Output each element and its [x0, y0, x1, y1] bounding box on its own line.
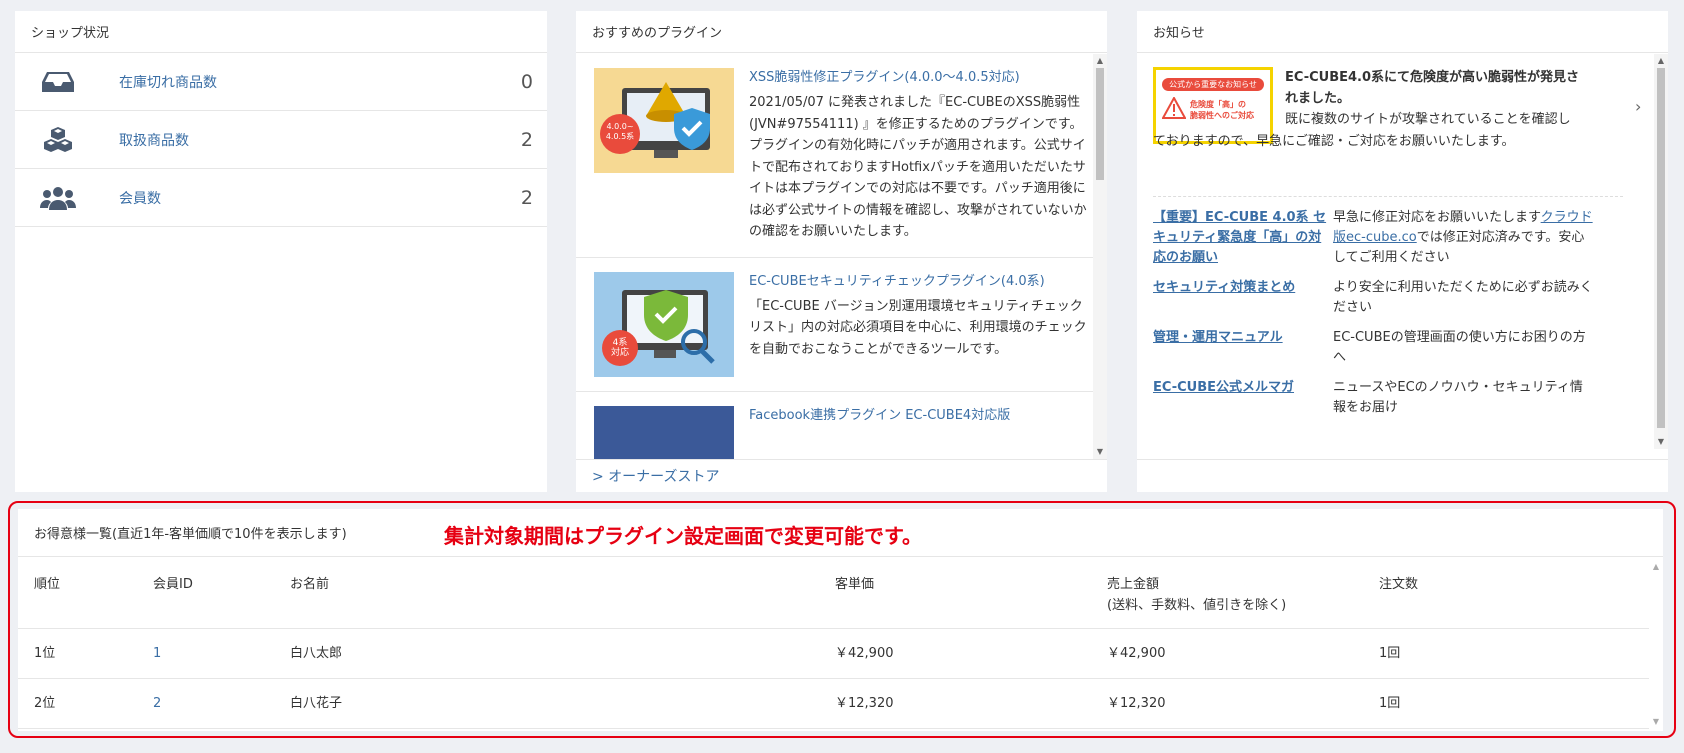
customer-scrollbar[interactable]: ▲ ▼ [1649, 558, 1663, 731]
period-note: 集計対象期間はプラグイン設定画面で変更可能です。 [444, 524, 922, 548]
cell-member-id-link[interactable]: 1 [153, 643, 290, 664]
header-sales-sub: (送料、手数料、値引きを除く) [1107, 598, 1287, 613]
shop-row-out-of-stock[interactable]: 在庫切れ商品数 0 [15, 53, 547, 111]
cell-name: 白八花子 [290, 696, 343, 711]
cell-orders: 1回 [1379, 696, 1401, 711]
scroll-down-arrow-icon[interactable]: ▼ [1093, 447, 1107, 457]
news-link[interactable]: EC-CUBE公式メルマガ [1153, 378, 1333, 418]
shop-row-count: 0 [520, 70, 533, 93]
news-link-desc: ニュースやECのノウハウ・セキュリティ情報をお届け [1333, 380, 1583, 415]
cell-sales: ￥12,320 [1107, 696, 1166, 711]
plugin-badge-text: 4.0.0~ 4.0.5系 [605, 122, 635, 141]
plugin-item[interactable]: 4.0.0~ 4.0.5系 XSS脆弱性修正プラグイン(4.0.0～4.0.5対… [576, 54, 1107, 258]
cell-unit-price: ￥12,320 [835, 696, 894, 711]
news-link-row: セキュリティ対策まとめ より安全に利用いただくために必ずお読みください [1153, 278, 1593, 318]
plugin-thumbnail[interactable]: 4系 対応 [594, 271, 734, 377]
cubes-icon [40, 124, 76, 156]
cell-member-id-link[interactable]: 2 [153, 693, 290, 714]
shop-row-label[interactable]: 取扱商品数 [119, 130, 521, 150]
cell-orders: 1回 [1379, 646, 1401, 661]
news-link[interactable]: 【重要】EC-CUBE 4.0系 セキュリティ緊急度「高」の対応のお願い [1153, 208, 1333, 268]
plugin-title-link[interactable]: XSS脆弱性修正プラグイン(4.0.0～4.0.5対応) [749, 68, 1089, 88]
plugin-thumbnail[interactable] [594, 405, 734, 459]
scroll-down-arrow-icon[interactable]: ▼ [1649, 717, 1663, 727]
scroll-up-arrow-icon[interactable]: ▲ [1649, 562, 1663, 572]
news-scrollbar[interactable]: ▲ ▼ [1654, 54, 1668, 449]
scroll-down-arrow-icon[interactable]: ▼ [1654, 437, 1668, 447]
news-link[interactable]: セキュリティ対策まとめ [1153, 278, 1333, 318]
chevron-right-icon[interactable]: › [1635, 97, 1641, 116]
shop-status-title: ショップ状況 [15, 11, 547, 53]
news-body: 既に複数のサイトが攻撃されていることを確認しておりますので、早急にご確認・ご対応… [1153, 112, 1571, 149]
news-link-desc: 早急に修正対応をお願いいたしますクラウド版ec-cube.coでは修正対応済みで… [1333, 208, 1593, 268]
users-icon [40, 182, 76, 214]
shop-status-card: ショップ状況 在庫切れ商品数 0 取扱商品数 2 会員数 2 [15, 11, 547, 492]
news-link-desc: より安全に利用いただくために必ずお読みください [1333, 280, 1593, 315]
scroll-up-arrow-icon[interactable]: ▲ [1093, 56, 1107, 66]
header-member-id: 会員ID [153, 577, 193, 592]
cell-rank: 2位 [34, 696, 56, 711]
header-orders: 注文数 [1379, 577, 1419, 592]
cell-name: 白八太郎 [290, 646, 343, 661]
inbox-icon [40, 66, 76, 98]
recommended-plugins-card: おすすめのプラグイン 4.0.0~ 4.0.5系 XSS脆弱性修正プラグイン(4… [576, 11, 1107, 492]
header-unit-price: 客単価 [835, 577, 875, 592]
news-link-row: EC-CUBE公式メルマガ ニュースやECのノウハウ・セキュリティ情報をお届け [1153, 378, 1593, 418]
plugin-item[interactable]: 4系 対応 EC-CUBEセキュリティチェックプラグイン(4.0系) 「EC-C… [576, 258, 1107, 392]
news-link-row: 【重要】EC-CUBE 4.0系 セキュリティ緊急度「高」の対応のお願い 早急に… [1153, 208, 1593, 268]
shop-row-count: 2 [520, 128, 533, 151]
plugin-scrollbar[interactable]: ▲ ▼ [1093, 54, 1107, 459]
news-title: お知らせ [1137, 11, 1668, 53]
table-row: 1位 1 白八太郎 ￥42,900 ￥42,900 1回 [18, 629, 1650, 679]
header-name: お名前 [290, 577, 330, 592]
news-footer [1137, 459, 1668, 492]
plugin-footer: > オーナーズストア [576, 459, 1107, 492]
shop-row-label[interactable]: 会員数 [119, 188, 521, 208]
news-featured[interactable]: 公式から重要なお知らせ 危険度「高」の 脆弱性へのご対応 EC-CUBE4.0系… [1153, 57, 1641, 197]
member-id-link[interactable]: 1 [153, 646, 161, 661]
table-row: 2位 2 白八花子 ￥12,320 ￥12,320 1回 [18, 679, 1650, 729]
news-desc-text: 早急に修正対応をお願いいたします [1333, 210, 1541, 225]
shop-row-products[interactable]: 取扱商品数 2 [15, 111, 547, 169]
scrollbar-thumb[interactable] [1096, 68, 1104, 180]
plugin-description: 「EC-CUBE バージョン別運用環境セキュリティチェックリスト」内の対応必須項… [749, 298, 1087, 357]
owners-store-link[interactable]: > オーナーズストア [592, 466, 719, 486]
news-link-desc: EC-CUBEの管理画面の使い方にお困りの方へ [1333, 330, 1586, 365]
table-header: 順位 会員ID お名前 客単価 売上金額 (送料、手数料、値引きを除く) 注文数 [18, 558, 1650, 629]
customer-table: 順位 会員ID お名前 客単価 売上金額 (送料、手数料、値引きを除く) 注文数… [18, 558, 1650, 729]
member-id-link[interactable]: 2 [153, 696, 161, 711]
shop-row-count: 2 [520, 186, 533, 209]
news-link-row: 管理・運用マニュアル EC-CUBEの管理画面の使い方にお困りの方へ [1153, 328, 1593, 368]
plugin-list[interactable]: 4.0.0~ 4.0.5系 XSS脆弱性修正プラグイン(4.0.0～4.0.5対… [576, 54, 1107, 459]
scrollbar-thumb[interactable] [1657, 68, 1665, 428]
header-rank: 順位 [34, 577, 61, 592]
news-link[interactable]: 管理・運用マニュアル [1153, 328, 1333, 368]
cell-unit-price: ￥42,900 [835, 646, 894, 661]
plugins-title: おすすめのプラグイン [576, 11, 1107, 53]
plugin-description: 2021/05/07 に発表されました『EC-CUBEのXSS脆弱性 (JVN#… [749, 95, 1087, 239]
news-link-list: 【重要】EC-CUBE 4.0系 セキュリティ緊急度「高」の対応のお願い 早急に… [1153, 208, 1593, 428]
cell-rank: 1位 [34, 646, 56, 661]
plugin-title-link[interactable]: Facebook連携プラグイン EC-CUBE4対応版 [749, 406, 1089, 426]
news-text: EC-CUBE4.0系にて危険度が高い脆弱性が発見されました。 既に複数のサイト… [1153, 67, 1583, 152]
shop-row-members[interactable]: 会員数 2 [15, 169, 547, 227]
plugin-item[interactable]: Facebook連携プラグイン EC-CUBE4対応版 [576, 392, 1107, 459]
news-headline[interactable]: EC-CUBE4.0系にて危険度が高い脆弱性が発見されました。 [1153, 67, 1583, 109]
shop-row-label[interactable]: 在庫切れ商品数 [119, 72, 521, 92]
cell-sales: ￥42,900 [1107, 646, 1166, 661]
header-sales: 売上金額 (送料、手数料、値引きを除く) [1107, 574, 1379, 616]
scroll-up-arrow-icon[interactable]: ▲ [1654, 56, 1668, 66]
plugin-badge-text: 4系 対応 [610, 337, 629, 358]
plugin-thumbnail[interactable]: 4.0.0~ 4.0.5系 [594, 68, 734, 173]
news-card: お知らせ 公式から重要なお知らせ 危険度「高」の 脆弱性へのご対応 EC-CUB… [1137, 11, 1668, 492]
plugin-title-link[interactable]: EC-CUBEセキュリティチェックプラグイン(4.0系) [749, 272, 1089, 292]
header-sales-label: 売上金額 [1107, 577, 1160, 592]
